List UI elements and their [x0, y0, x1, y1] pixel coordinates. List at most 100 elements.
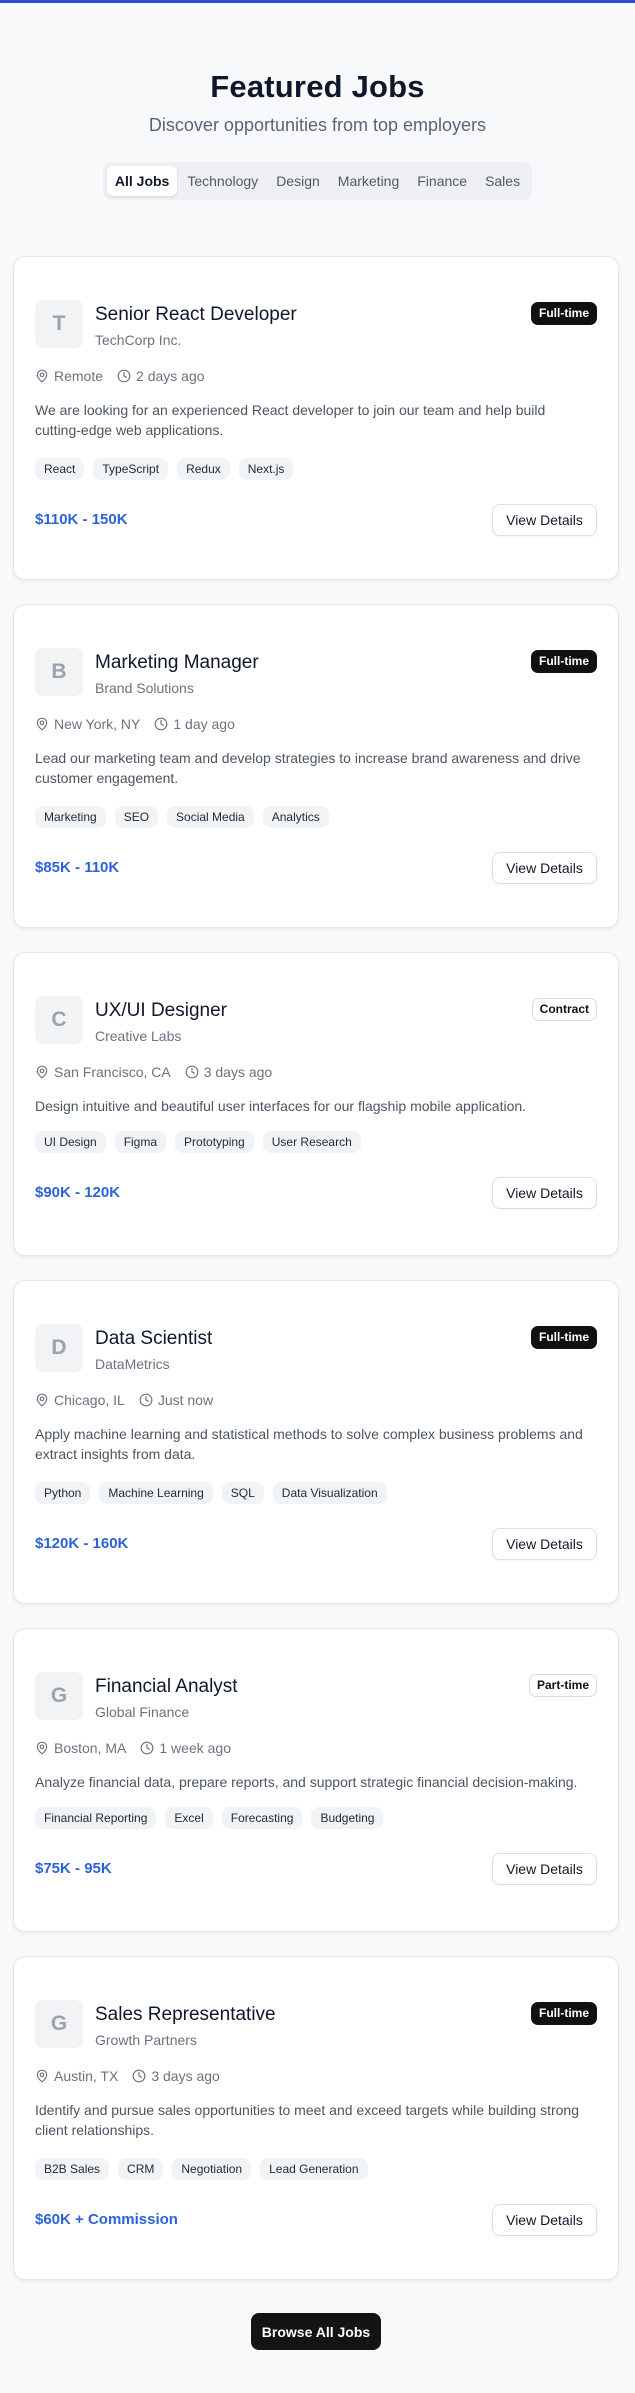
view-details-button[interactable]: View Details — [492, 1528, 597, 1560]
tab-technology[interactable]: Technology — [179, 166, 266, 196]
tab-finance[interactable]: Finance — [409, 166, 475, 196]
clock-icon — [154, 717, 168, 731]
skill-tag: Forecasting — [221, 1807, 303, 1829]
location-pin-icon — [35, 1741, 49, 1755]
company-name: DataMetrics — [95, 1356, 170, 1372]
location-pin-icon — [35, 2069, 49, 2083]
skill-tag: Data Visualization — [272, 1482, 387, 1504]
skill-tag: CRM — [118, 2158, 164, 2180]
job-card: B Marketing Manager Brand Solutions Full… — [13, 604, 619, 928]
posted-time: Just now — [157, 1392, 214, 1408]
posted-time: 3 days ago — [203, 1064, 273, 1080]
job-location: San Francisco, CA — [54, 1064, 171, 1080]
view-details-button[interactable]: View Details — [492, 852, 597, 884]
page-subtitle: Discover opportunities from top employer… — [148, 115, 487, 135]
posted-time: 1 week ago — [159, 1740, 231, 1756]
job-title[interactable]: UX/UI Designer — [95, 1000, 227, 1022]
job-meta: San Francisco, CA 3 days ago — [35, 1063, 286, 1081]
job-description: Apply machine learning and statistical m… — [35, 1426, 583, 1462]
clock-icon — [140, 1741, 154, 1755]
clock-icon — [132, 2069, 146, 2083]
skill-tags: Marketing SEO Social Media Analytics — [35, 806, 329, 828]
skill-tag: Negotiation — [172, 2158, 252, 2180]
tab-design[interactable]: Design — [268, 166, 328, 196]
view-details-button[interactable]: View Details — [492, 1177, 597, 1209]
skill-tag: Marketing — [35, 806, 106, 828]
job-type-badge: Contract — [531, 998, 597, 1021]
tab-sales[interactable]: Sales — [477, 166, 528, 196]
view-details-button[interactable]: View Details — [492, 2204, 597, 2236]
job-meta: Boston, MA 1 week ago — [35, 1739, 245, 1757]
posted-time: 2 days ago — [136, 368, 205, 384]
job-meta: Chicago, IL Just now — [35, 1391, 227, 1409]
skill-tag: TypeScript — [93, 458, 169, 480]
page-header: Featured Jobs Discover opportunities fro… — [0, 0, 635, 200]
job-location: New York, NY — [54, 716, 141, 732]
page-title: Featured Jobs — [210, 69, 425, 104]
job-description: We are looking for an experienced React … — [35, 402, 546, 438]
skill-tag: Social Media — [167, 806, 254, 828]
location-pin-icon — [35, 1065, 49, 1079]
job-type-badge: Full-time — [531, 1326, 597, 1349]
skill-tags: Financial Reporting Excel Forecasting Bu… — [35, 1807, 384, 1829]
skill-tag: UI Design — [35, 1131, 106, 1153]
skill-tag: Analytics — [262, 806, 329, 828]
skill-tag: Budgeting — [311, 1807, 384, 1829]
skill-tag: Lead Generation — [260, 2158, 368, 2180]
clock-icon — [117, 369, 131, 383]
salary-range: $120K - 160K — [35, 1535, 129, 1552]
skill-tag: SEO — [114, 806, 159, 828]
skill-tags: UI Design Figma Prototyping User Researc… — [35, 1131, 361, 1153]
clock-icon — [185, 1065, 199, 1079]
job-type-badge: Full-time — [531, 2002, 597, 2025]
clock-icon — [139, 1393, 153, 1407]
job-meta: Austin, TX 3 days ago — [35, 2067, 234, 2085]
job-location: Chicago, IL — [54, 1392, 125, 1408]
job-title[interactable]: Marketing Manager — [95, 652, 259, 674]
job-description: Lead our marketing team and develop stra… — [35, 750, 581, 786]
job-card: G Financial Analyst Global Finance Part-… — [13, 1628, 619, 1932]
skill-tag: Next.js — [238, 458, 294, 480]
job-meta: New York, NY 1 day ago — [35, 715, 249, 733]
job-location: Austin, TX — [54, 2068, 119, 2084]
skill-tag: Financial Reporting — [35, 1807, 157, 1829]
location-pin-icon — [35, 1393, 49, 1407]
location-pin-icon — [35, 369, 49, 383]
company-logo: D — [35, 1324, 83, 1372]
tab-all-jobs[interactable]: All Jobs — [106, 166, 178, 196]
skill-tag: React — [35, 458, 85, 480]
browse-all-jobs-button[interactable]: Browse All Jobs — [251, 2313, 381, 2350]
company-name: Growth Partners — [95, 2032, 197, 2048]
job-description: Identify and pursue sales opportunities … — [35, 2102, 580, 2138]
posted-time: 3 days ago — [151, 2068, 220, 2084]
salary-range: $75K - 95K — [35, 1860, 112, 1877]
salary-range: $60K + Commission — [35, 2211, 178, 2228]
view-details-button[interactable]: View Details — [492, 504, 597, 536]
job-title[interactable]: Sales Representative — [95, 2004, 276, 2026]
category-tabs: All Jobs Technology Design Marketing Fin… — [102, 162, 533, 200]
job-type-badge: Full-time — [531, 650, 597, 673]
company-logo: T — [35, 300, 83, 348]
job-title[interactable]: Data Scientist — [95, 1328, 212, 1350]
job-title[interactable]: Financial Analyst — [95, 1676, 238, 1698]
job-title[interactable]: Senior React Developer — [95, 304, 297, 326]
skill-tags: React TypeScript Redux Next.js — [35, 458, 294, 480]
company-logo: C — [35, 996, 83, 1044]
company-name: Brand Solutions — [95, 680, 194, 696]
skill-tags: Python Machine Learning SQL Data Visuali… — [35, 1482, 387, 1504]
company-name: Creative Labs — [95, 1028, 182, 1044]
company-name: TechCorp Inc. — [95, 332, 182, 348]
company-name: Global Finance — [95, 1704, 190, 1720]
skill-tag: Prototyping — [175, 1131, 254, 1153]
job-description: Design intuitive and beautiful user inte… — [35, 1098, 527, 1114]
view-details-button[interactable]: View Details — [492, 1853, 597, 1885]
job-card: G Sales Representative Growth Partners F… — [13, 1956, 619, 2280]
job-card: D Data Scientist DataMetrics Full-time C… — [13, 1280, 619, 1604]
job-location: Boston, MA — [54, 1740, 127, 1756]
tab-marketing[interactable]: Marketing — [330, 166, 407, 196]
company-logo: G — [35, 1672, 83, 1720]
job-description: Analyze financial data, prepare reports,… — [35, 1774, 578, 1790]
skill-tag: Machine Learning — [99, 1482, 213, 1504]
skill-tags: B2B Sales CRM Negotiation Lead Generatio… — [35, 2158, 368, 2180]
job-location: Remote — [54, 368, 104, 384]
